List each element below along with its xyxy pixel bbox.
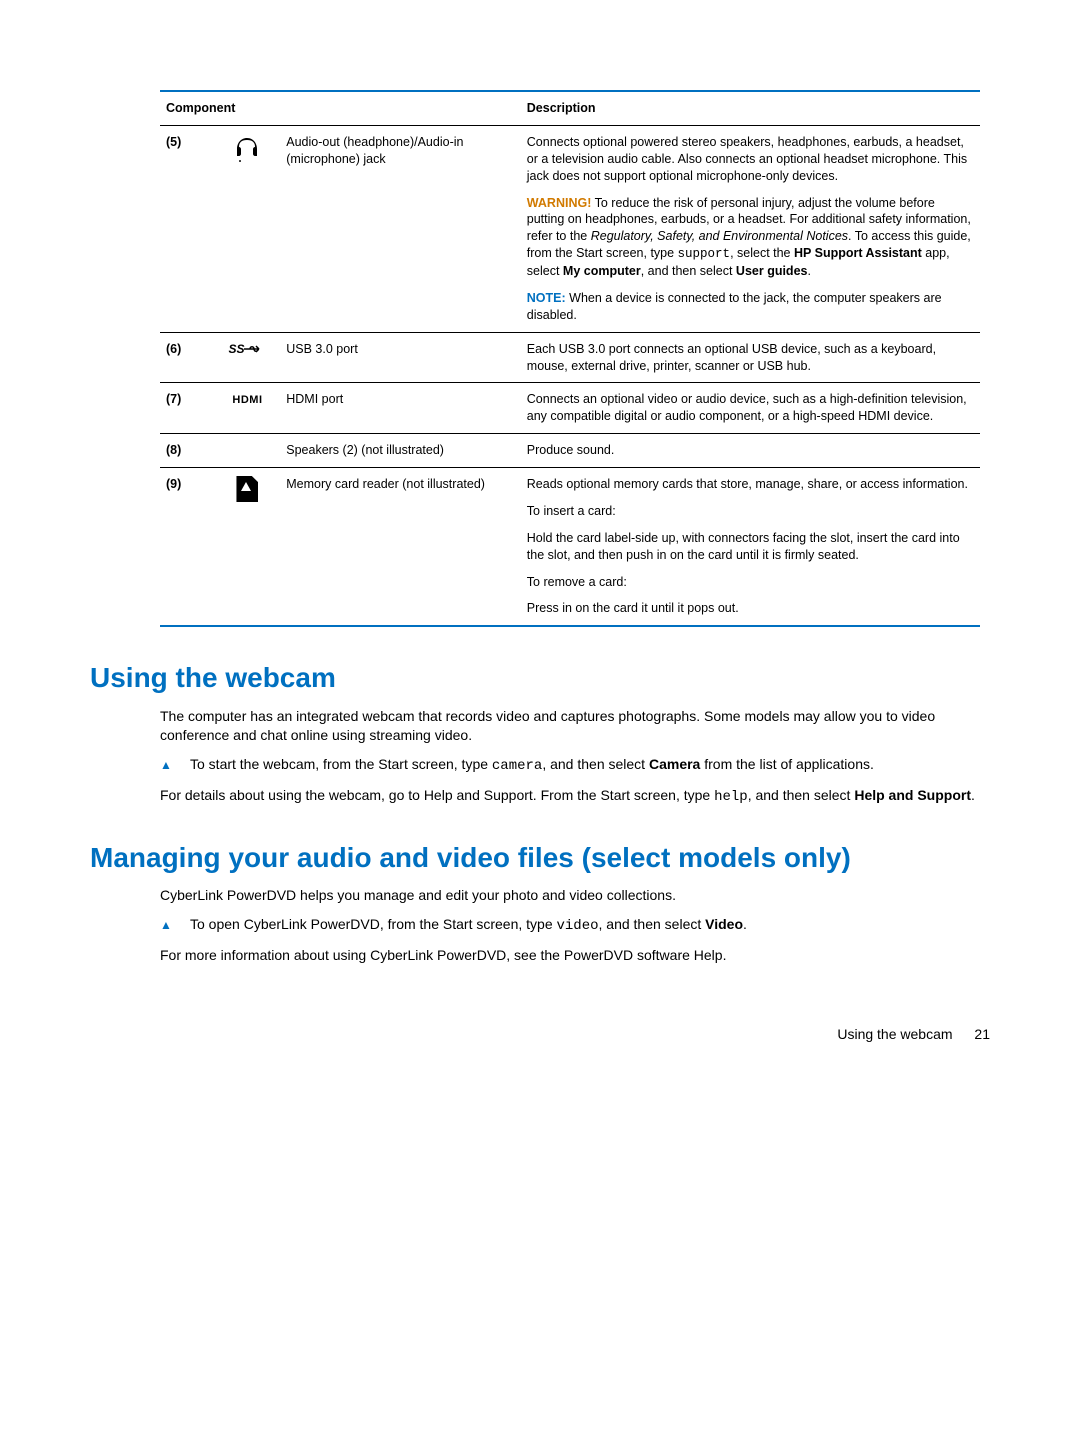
table-row: (5) Audio-out (headphone)/Audio-in (micr…: [160, 125, 980, 332]
row-number: (6): [160, 332, 215, 383]
description-text: Connects optional powered stereo speaker…: [527, 134, 974, 185]
description-text: Connects an optional video or audio devi…: [521, 383, 980, 434]
insert-heading: To insert a card:: [527, 503, 974, 520]
cyberlink-intro: CyberLink PowerDVD helps you manage and …: [160, 886, 980, 905]
triangle-bullet-icon: ▲: [160, 915, 190, 936]
insert-instructions: Hold the card label-side up, with connec…: [527, 530, 974, 564]
section-heading-media: Managing your audio and video files (sel…: [90, 839, 990, 877]
section-heading-webcam: Using the webcam: [90, 659, 990, 697]
component-name: Memory card reader (not illustrated): [280, 468, 521, 627]
row-number: (5): [160, 125, 215, 332]
remove-heading: To remove a card:: [527, 574, 974, 591]
cyberlink-more: For more information about using CyberLi…: [160, 946, 980, 965]
note-block: NOTE: When a device is connected to the …: [527, 290, 974, 324]
row-number: (8): [160, 434, 215, 468]
bullet-item: ▲ To open CyberLink PowerDVD, from the S…: [160, 915, 980, 936]
hdmi-icon: HDMI: [215, 383, 281, 434]
row-number: (7): [160, 383, 215, 434]
table-row: (8) Speakers (2) (not illustrated) Produ…: [160, 434, 980, 468]
headphone-icon: [215, 125, 281, 332]
note-label: NOTE:: [527, 291, 566, 305]
sdcard-icon: [215, 468, 281, 627]
remove-instructions: Press in on the card it until it pops ou…: [527, 600, 974, 617]
component-name: Audio-out (headphone)/Audio-in (micropho…: [280, 125, 521, 332]
header-component: Component: [160, 91, 521, 125]
usb-ss-icon: SS: [215, 332, 281, 383]
description-text: Produce sound.: [521, 434, 980, 468]
warning-block: WARNING! To reduce the risk of personal …: [527, 195, 974, 280]
component-name: Speakers (2) (not illustrated): [280, 434, 521, 468]
description-text: Reads optional memory cards that store, …: [527, 476, 974, 493]
webcam-intro: The computer has an integrated webcam th…: [160, 707, 980, 745]
table-row: (9) Memory card reader (not illustrated)…: [160, 468, 980, 627]
webcam-help: For details about using the webcam, go t…: [160, 786, 980, 807]
header-description: Description: [521, 91, 980, 125]
triangle-bullet-icon: ▲: [160, 755, 190, 776]
component-name: HDMI port: [280, 383, 521, 434]
description-text: Each USB 3.0 port connects an optional U…: [521, 332, 980, 383]
row-number: (9): [160, 468, 215, 627]
footer-section-name: Using the webcam: [837, 1026, 952, 1042]
table-row: (7) HDMI HDMI port Connects an optional …: [160, 383, 980, 434]
table-row: (6) SS USB 3.0 port Each USB 3.0 port co…: [160, 332, 980, 383]
bullet-item: ▲ To start the webcam, from the Start sc…: [160, 755, 980, 776]
components-table: Component Description (5) Audio-out (hea…: [160, 90, 980, 627]
page-footer: Using the webcam 21: [90, 1025, 990, 1044]
component-name: USB 3.0 port: [280, 332, 521, 383]
warning-label: WARNING!: [527, 196, 592, 210]
page-number: 21: [974, 1026, 990, 1042]
